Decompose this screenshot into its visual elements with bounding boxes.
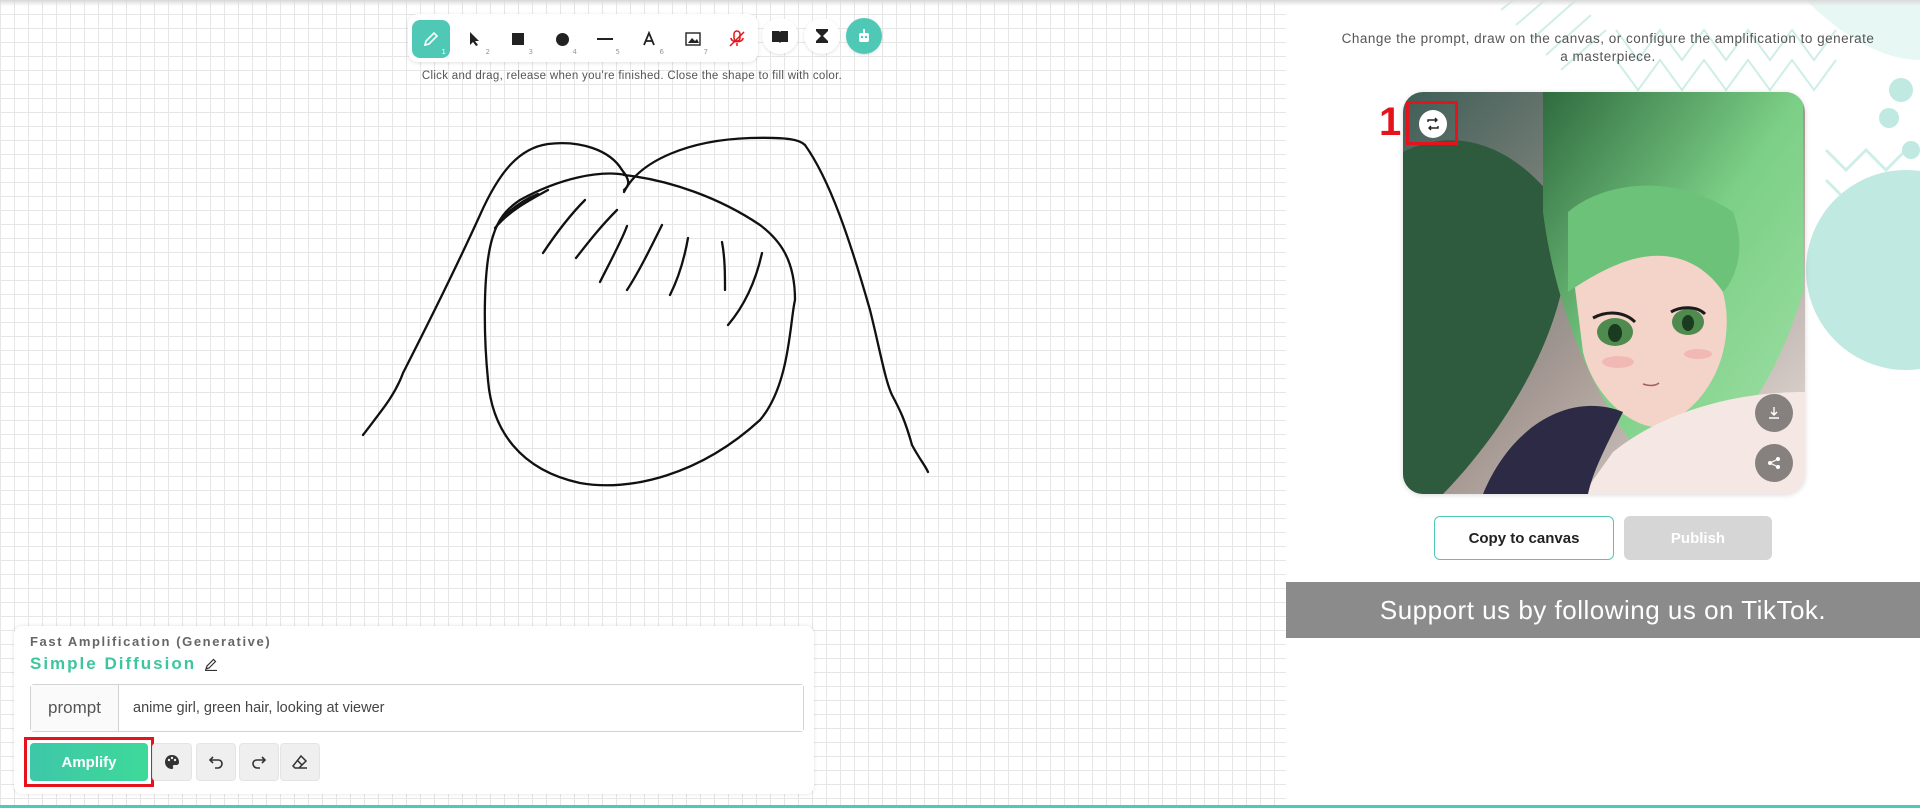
- download-icon: [1769, 407, 1779, 419]
- amplification-panel: Fast Amplification (Generative) Simple D…: [14, 626, 814, 794]
- select-tool-button[interactable]: 2: [456, 20, 494, 58]
- copy-to-canvas-button[interactable]: Copy to canvas: [1434, 516, 1614, 560]
- circle-icon: [555, 32, 569, 46]
- text-tool-button[interactable]: 6: [630, 20, 668, 58]
- shortcut-label: 5: [615, 48, 620, 56]
- shortcut-label: 6: [659, 48, 664, 56]
- redo-button[interactable]: [239, 743, 279, 781]
- pencil-icon: [423, 31, 439, 47]
- microphone-toggle-button[interactable]: [718, 20, 756, 58]
- undo-button[interactable]: [196, 743, 236, 781]
- redo-icon: [252, 756, 267, 769]
- library-button[interactable]: [762, 18, 798, 54]
- app-root: 1 2 3 4 5 6 7 Click and drag, release wh…: [0, 0, 1920, 808]
- result-panel: Change the prompt, draw on the canvas, o…: [1286, 0, 1920, 808]
- model-name: Simple Diffusion: [30, 654, 197, 673]
- mic-off-icon: [729, 30, 745, 47]
- text-icon: [643, 31, 655, 46]
- publish-button[interactable]: Publish: [1624, 516, 1772, 560]
- annotation-marker: 1: [1379, 100, 1402, 144]
- robot-icon: [859, 29, 869, 42]
- regenerate-button[interactable]: [1419, 110, 1447, 138]
- history-button[interactable]: [804, 18, 840, 54]
- pencil-tool-button[interactable]: 1: [412, 20, 450, 58]
- cursor-icon: [470, 32, 479, 46]
- edit-icon[interactable]: [204, 657, 218, 671]
- shortcut-label: 3: [528, 48, 533, 56]
- anime-girl-image: [1403, 92, 1805, 494]
- prompt-input[interactable]: [119, 685, 803, 731]
- image-tool-button[interactable]: 7: [674, 20, 712, 58]
- model-selector[interactable]: Simple Diffusion: [30, 654, 218, 674]
- amplify-highlight: Amplify: [24, 737, 154, 787]
- secondary-toolbar: [762, 18, 882, 58]
- amplify-button[interactable]: Amplify: [30, 743, 148, 781]
- line-tool-button[interactable]: 5: [586, 20, 624, 58]
- prompt-row: prompt: [30, 684, 804, 732]
- square-icon: [512, 33, 524, 45]
- shortcut-label: 2: [485, 48, 490, 56]
- mode-label: Fast Amplification (Generative): [30, 634, 272, 649]
- clear-canvas-button[interactable]: [280, 743, 320, 781]
- shortcut-label: 4: [572, 48, 577, 56]
- tiktok-banner[interactable]: Support us by following us on TikTok.: [1286, 582, 1920, 638]
- drawing-toolbar: 1 2 3 4 5 6 7: [408, 14, 758, 62]
- assistant-button[interactable]: [846, 18, 882, 54]
- rectangle-tool-button[interactable]: 3: [499, 20, 537, 58]
- result-description: Change the prompt, draw on the canvas, o…: [1341, 31, 1875, 64]
- palette-icon: [165, 755, 179, 769]
- share-icon: [1768, 457, 1780, 469]
- regenerate-highlight: [1406, 101, 1458, 145]
- share-button[interactable]: [1755, 444, 1793, 482]
- shortcut-label: 7: [703, 48, 708, 56]
- drawing-canvas[interactable]: 1 2 3 4 5 6 7 Click and drag, release wh…: [0, 0, 1286, 808]
- image-icon: [685, 32, 701, 46]
- generated-image: [1403, 92, 1805, 494]
- canvas-hint: Click and drag, release when you're fini…: [421, 70, 843, 82]
- prompt-label: prompt: [31, 685, 119, 731]
- download-button[interactable]: [1755, 394, 1793, 432]
- palette-button[interactable]: [152, 743, 192, 781]
- repeat-icon: [1427, 117, 1439, 131]
- undo-icon: [208, 756, 223, 769]
- circle-tool-button[interactable]: 4: [543, 20, 581, 58]
- book-icon: [772, 31, 788, 43]
- hourglass-icon: [816, 29, 828, 43]
- eraser-icon: [292, 754, 308, 769]
- top-shadow: [0, 0, 1920, 6]
- line-icon: [597, 38, 613, 40]
- shortcut-label: 1: [441, 48, 446, 56]
